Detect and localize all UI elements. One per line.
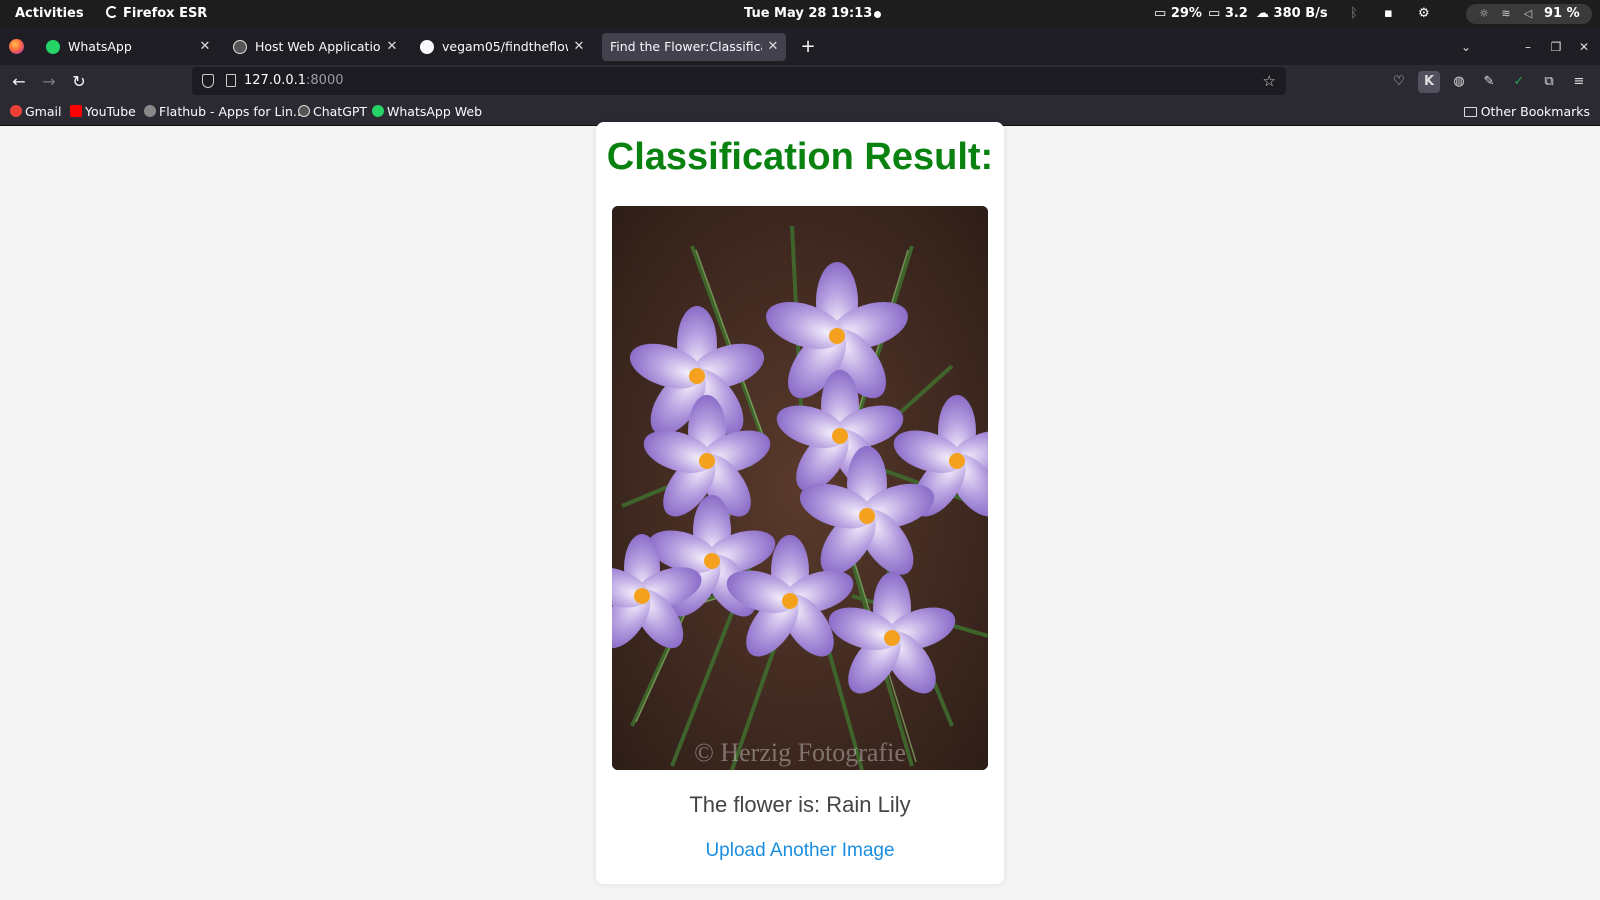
navigation-toolbar: ← → ↻ 127.0.0.1:8000 ☆ ♡ K ◍ ✎ ✓ ⧉ ≡: [0, 65, 1600, 98]
whatsapp-icon: [46, 40, 60, 54]
close-window-icon[interactable]: ✕: [1572, 33, 1596, 61]
settings-icon[interactable]: ⚙: [1418, 0, 1430, 28]
tab-label: Host Web Application Gu: [255, 39, 381, 54]
crocus-photo: [612, 206, 988, 770]
brightness-icon: ☼: [1479, 7, 1489, 20]
k-extension-icon[interactable]: K: [1418, 71, 1440, 93]
feather-extension-icon[interactable]: ✎: [1478, 71, 1500, 93]
system-tray[interactable]: ☼ ≋ ◁ 91 %: [1466, 4, 1592, 24]
whatsapp-icon: [372, 105, 384, 117]
notification-dot: [874, 11, 881, 18]
battery-value: 91 %: [1544, 6, 1580, 21]
menu-icon[interactable]: ≡: [1568, 71, 1590, 93]
bookmark-whatsapp-web[interactable]: WhatsApp Web: [370, 98, 482, 125]
bookmark-chatgpt[interactable]: ChatGPT: [296, 98, 367, 125]
net-monitor[interactable]: ☁ 380 B/s: [1256, 0, 1328, 28]
tab-label: Find the Flower:Classification: [610, 39, 762, 54]
bookmark-star-icon[interactable]: ☆: [1263, 67, 1276, 95]
folder-icon: [1463, 107, 1477, 117]
net-value: 380 B/s: [1273, 6, 1328, 21]
battery-indicator: 91 %: [1544, 4, 1580, 24]
url-text[interactable]: 127.0.0.1:8000: [244, 67, 344, 95]
tab-find-the-flower[interactable]: Find the Flower:Classification ✕: [602, 33, 786, 61]
google-icon: [10, 105, 22, 117]
github-icon: [420, 40, 434, 54]
close-tab-icon[interactable]: ✕: [572, 33, 586, 61]
photo-watermark: © Herzig Fotografie: [694, 738, 906, 767]
close-tab-icon[interactable]: ✕: [766, 33, 780, 61]
tab-whatsapp[interactable]: WhatsApp ✕: [38, 33, 218, 61]
new-tab-button[interactable]: +: [795, 33, 821, 61]
url-host: 127.0.0.1: [244, 73, 307, 88]
firefox-logo-icon[interactable]: [9, 39, 24, 54]
address-bar[interactable]: 127.0.0.1:8000 ☆: [192, 67, 1286, 95]
bookmark-label: WhatsApp Web: [387, 104, 483, 119]
flathub-icon: [144, 105, 156, 117]
classification-result-text: The flower is: Rain Lily: [689, 792, 911, 817]
system-top-bar: Activities Firefox ESR Tue May 28 19:13 …: [0, 0, 1600, 28]
chatgpt-icon: [233, 40, 247, 54]
restore-icon[interactable]: ❐: [1544, 33, 1568, 61]
flower-image: © Herzig Fotografie: [612, 206, 988, 770]
tab-github-findtheflower[interactable]: vegam05/findtheflower: A ✕: [412, 33, 592, 61]
volume-icon: ◁: [1523, 7, 1533, 20]
list-all-tabs-icon[interactable]: ⌄: [1454, 33, 1478, 61]
tab-label: vegam05/findtheflower: A: [442, 39, 568, 54]
tab-strip: WhatsApp ✕ Host Web Application Gu ✕ veg…: [0, 28, 1600, 65]
tracking-protection-icon[interactable]: [202, 74, 214, 88]
result-card: Classification Result: © Herzig Fotograf…: [596, 122, 1004, 884]
tab-host-web-app[interactable]: Host Web Application Gu ✕: [225, 33, 405, 61]
bluetooth-icon[interactable]: ᛒ: [1350, 0, 1358, 28]
cpu-monitor[interactable]: ▭ 29%: [1154, 0, 1202, 28]
back-button[interactable]: ←: [6, 69, 32, 95]
bookmark-label: ChatGPT: [313, 104, 368, 119]
close-tab-icon[interactable]: ✕: [385, 33, 399, 61]
url-port: :8000: [306, 73, 344, 88]
page-info-icon[interactable]: [226, 74, 236, 87]
close-tab-icon[interactable]: ✕: [198, 33, 212, 61]
bookmark-label: Flathub - Apps for Lin...: [159, 104, 305, 119]
forward-button[interactable]: →: [36, 69, 62, 95]
tab-label: WhatsApp: [68, 39, 132, 54]
page-title: Classification Result:: [606, 136, 994, 178]
other-bookmarks-label: Other Bookmarks: [1480, 104, 1590, 119]
app-name: Firefox ESR: [123, 6, 208, 21]
firefox-app-icon: [106, 6, 118, 18]
extensions-icon[interactable]: ⧉: [1538, 71, 1560, 93]
cpu-value: 29%: [1170, 6, 1202, 21]
other-bookmarks[interactable]: Other Bookmarks: [1463, 98, 1590, 125]
bookmark-label: YouTube: [85, 104, 136, 119]
activities-button[interactable]: Activities: [15, 0, 84, 28]
clock[interactable]: Tue May 28 19:13: [744, 0, 872, 28]
app-menu[interactable]: Firefox ESR: [106, 0, 207, 28]
chatgpt-icon: [298, 105, 310, 117]
reload-button[interactable]: ↻: [66, 69, 92, 95]
upload-another-image-link[interactable]: Upload Another Image: [596, 840, 1004, 862]
load-monitor[interactable]: ▭ 3.2: [1208, 0, 1248, 28]
pocket-icon[interactable]: ♡: [1388, 71, 1410, 93]
minimize-icon[interactable]: –: [1516, 33, 1540, 61]
wifi-icon: ≋: [1501, 7, 1511, 20]
youtube-icon: [70, 105, 82, 117]
bookmark-flathub[interactable]: Flathub - Apps for Lin...: [142, 98, 305, 125]
check-extension-icon[interactable]: ✓: [1508, 71, 1530, 93]
globe-extension-icon[interactable]: ◍: [1448, 71, 1470, 93]
load-value: 3.2: [1224, 6, 1248, 21]
bookmark-gmail[interactable]: Gmail: [8, 98, 61, 125]
bookmark-youtube[interactable]: YouTube: [68, 98, 136, 125]
bookmark-label: Gmail: [25, 104, 62, 119]
page-viewport: Classification Result: © Herzig Fotograf…: [0, 122, 1600, 900]
flag-icon[interactable]: ▪: [1384, 0, 1393, 28]
